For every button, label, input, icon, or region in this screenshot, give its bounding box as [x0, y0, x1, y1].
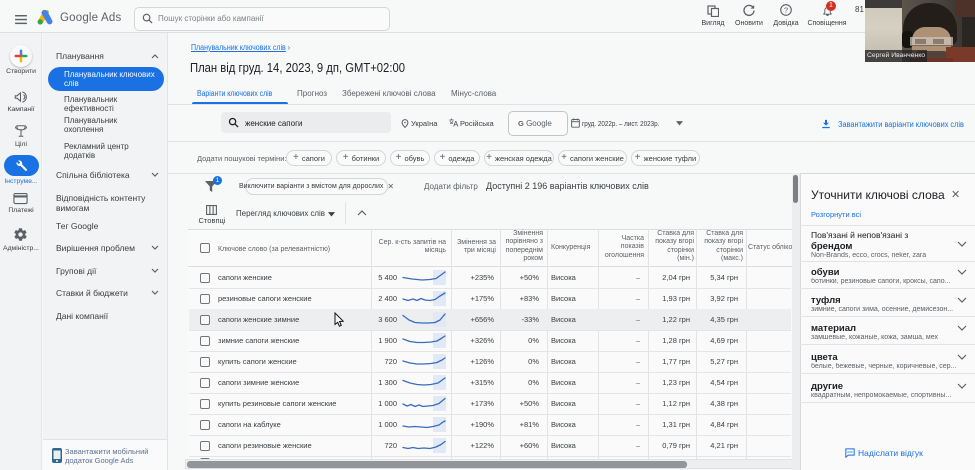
- svg-text:?: ?: [784, 6, 788, 15]
